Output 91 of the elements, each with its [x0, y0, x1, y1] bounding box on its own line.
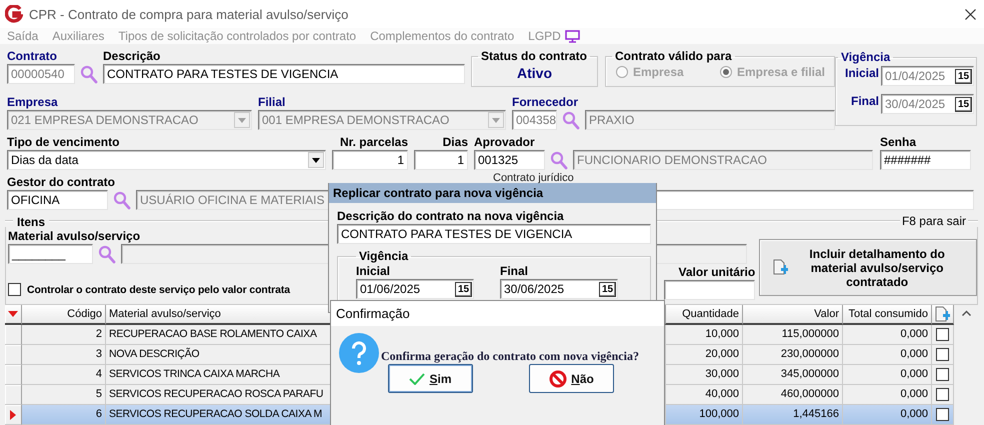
scroll-up-icon[interactable]	[962, 310, 971, 316]
calendar-button[interactable]: 15	[455, 282, 472, 296]
field-label: Aprovador	[474, 135, 535, 150]
checkbox[interactable]	[936, 368, 949, 381]
add-document-icon	[773, 259, 790, 276]
input-field[interactable]: FUNCIONARIO DEMONSTRACAO	[573, 150, 873, 170]
table-cell: 4	[22, 365, 106, 385]
input-field[interactable]: 001325	[474, 150, 545, 170]
dialog-title: Replicar contrato para nova vigência	[329, 183, 656, 203]
input-field[interactable]: OFICINA	[7, 190, 108, 210]
question-icon	[339, 333, 379, 373]
checkbox-label: Controlar o contrato deste serviço pelo valor contrata	[27, 284, 290, 296]
table-cell: 115,000000	[743, 325, 843, 345]
checkbox[interactable]	[936, 408, 949, 421]
checkbox[interactable]	[936, 328, 949, 341]
field-label: Inicial	[356, 264, 390, 279]
field-label: Dias	[442, 135, 468, 150]
no-entry-icon	[549, 370, 568, 388]
input-field[interactable]: CONTRATO PARA TESTES DE VIGENCIA	[103, 64, 465, 84]
include-detail-button[interactable]: Incluir detalhamento do material avulso/serviço contratado	[759, 239, 977, 296]
field-label: Final	[500, 264, 528, 279]
field-label: Empresa	[7, 95, 58, 110]
field-label: Contrato	[7, 49, 57, 64]
input-field[interactable]: CONTRATO PARA TESTES DE VIGENCIA	[337, 224, 651, 244]
window-title: CPR - Contrato de compra para material avulso/serviço	[29, 6, 350, 22]
column-header[interactable]: Quantidade	[666, 305, 743, 325]
search-icon[interactable]	[98, 244, 116, 264]
dropdown-field[interactable]: Dias da data	[7, 150, 326, 170]
field-label: Senha	[880, 135, 916, 150]
table-cell: 0,000	[843, 345, 932, 365]
search-icon[interactable]	[113, 190, 131, 210]
field-label: Descrição	[103, 49, 160, 64]
column-header[interactable]: Valor	[743, 305, 843, 325]
hint-text: F8 para sair	[900, 214, 967, 228]
check-icon	[409, 372, 426, 384]
field-label: Nr. parcelas	[340, 135, 408, 150]
field-label: Valor unitário	[678, 265, 756, 280]
column-header[interactable]: Código	[22, 305, 106, 325]
search-icon[interactable]	[80, 64, 98, 84]
yes-button[interactable]: Sim	[388, 364, 473, 393]
table-cell: 10,000	[666, 325, 743, 345]
input-field[interactable]: 1	[414, 150, 468, 170]
table-cell: 3	[22, 345, 106, 365]
status-value: Ativo	[516, 64, 553, 82]
group-title: Vigência	[840, 50, 892, 64]
checkbox[interactable]	[936, 388, 949, 401]
table-cell: 0,000	[843, 325, 932, 345]
date-field[interactable]: 01/06/2025 15	[356, 279, 474, 299]
field-label: Contrato jurídico	[492, 173, 574, 184]
table-cell: 345,000000	[743, 365, 843, 385]
calendar-button[interactable]: 15	[599, 282, 616, 296]
field-label: Fornecedor	[512, 95, 578, 110]
current-row-icon	[10, 410, 16, 420]
group-title: Contrato válido para	[614, 49, 733, 63]
search-icon[interactable]	[550, 150, 568, 170]
field-label: Inicial	[844, 66, 879, 81]
input-field[interactable]: ________	[8, 244, 93, 264]
table-cell: 0,000	[843, 365, 932, 385]
table-cell: 30,000	[666, 365, 743, 385]
sort-down-icon	[8, 311, 18, 317]
password-field[interactable]: #######	[880, 150, 971, 170]
date-field[interactable]: 30/06/2025 15	[500, 279, 618, 299]
field-label: Material avulso/serviço	[8, 229, 140, 244]
close-icon[interactable]	[965, 8, 976, 20]
checkbox[interactable]	[8, 283, 21, 296]
table-cell: 230,000000	[743, 345, 843, 365]
dialog-message: Confirma geração do contrato com nova vigência?	[381, 348, 639, 364]
table-cell: 6	[22, 405, 106, 425]
no-button[interactable]: Não	[529, 364, 614, 393]
table-cell: 0,000	[843, 405, 932, 425]
monitor-icon[interactable]	[564, 30, 580, 42]
field-label: Final	[850, 94, 879, 109]
field-label: Tipo de vencimento	[7, 135, 120, 150]
input-field[interactable]	[664, 280, 756, 300]
logo-icon	[5, 5, 23, 23]
dialog-title: Confirmação	[331, 301, 664, 326]
column-header[interactable]: Total consumido	[843, 305, 932, 325]
group-title: Vigência	[358, 249, 410, 263]
table-cell: 100,000	[666, 405, 743, 425]
table-cell: 20,000	[666, 345, 743, 365]
field-label: Filial	[258, 95, 286, 110]
table-cell: 2	[22, 325, 106, 345]
group-title: Itens	[16, 215, 46, 230]
field-label: Descrição do contrato na nova vigência	[337, 209, 565, 224]
group-title: Status do contrato	[480, 49, 588, 63]
field-label: Gestor do contrato	[7, 175, 116, 190]
table-cell: 1,445166	[743, 405, 843, 425]
add-document-icon[interactable]	[935, 306, 950, 322]
input-field[interactable]: 1	[332, 150, 408, 170]
checkbox[interactable]	[936, 348, 949, 361]
search-icon[interactable]	[562, 110, 580, 130]
